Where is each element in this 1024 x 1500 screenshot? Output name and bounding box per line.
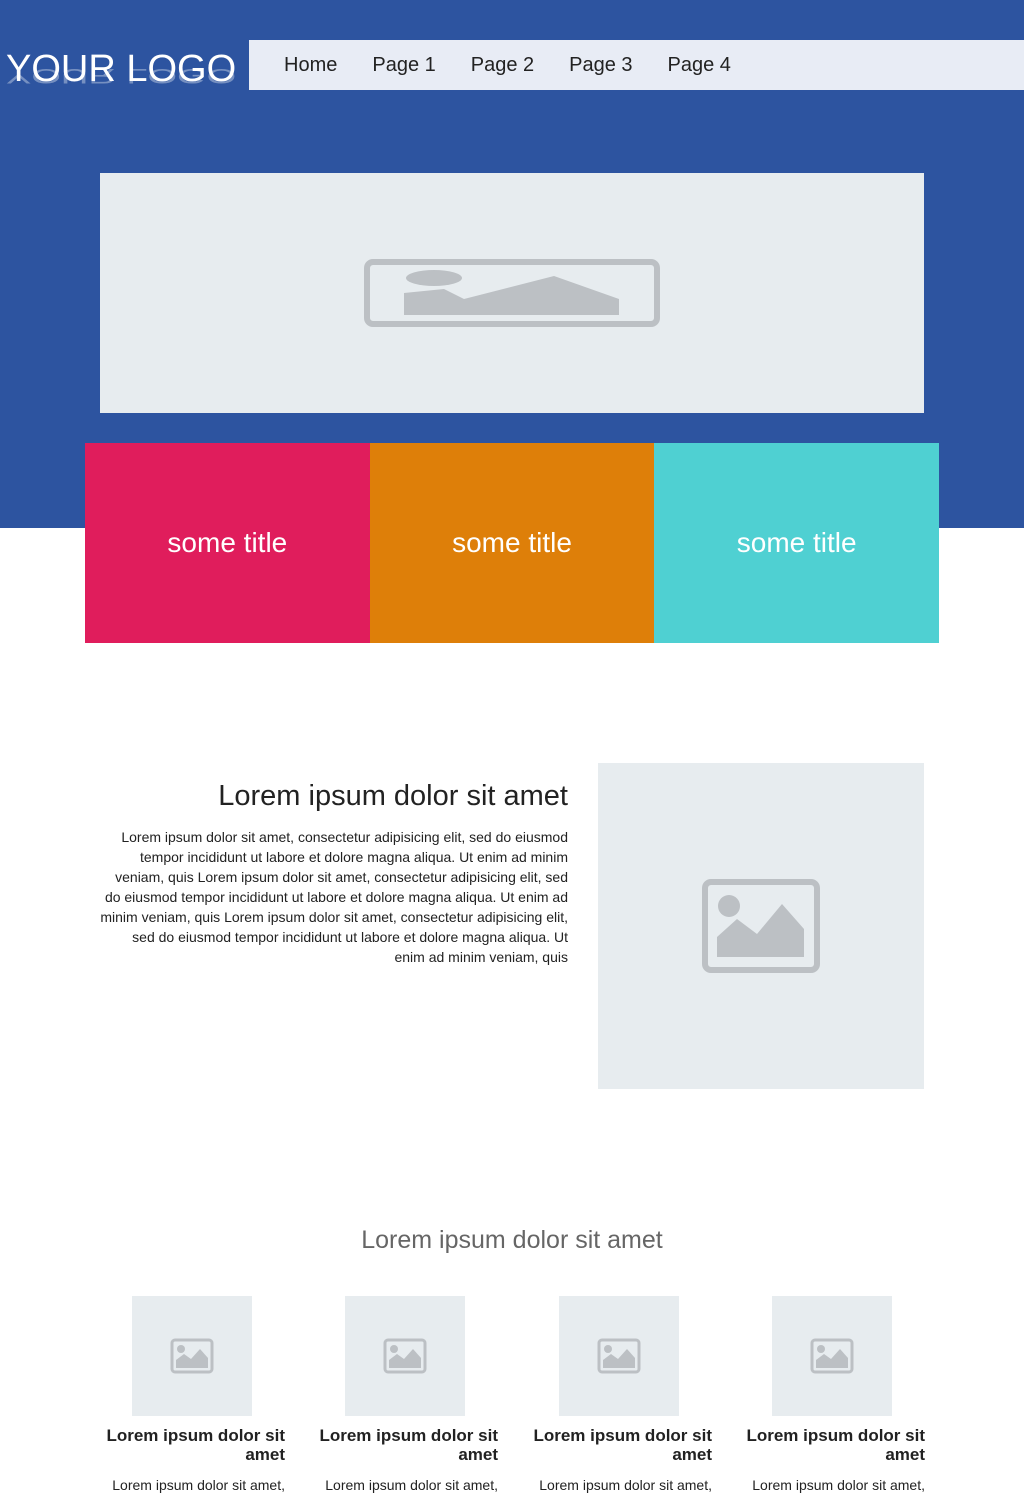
- main-nav: Home Page 1 Page 2 Page 3 Page 4: [249, 40, 1024, 90]
- feature-title: Lorem ipsum dolor sit amet: [218, 780, 568, 812]
- logo[interactable]: YOUR LOGO YOUR LOGO: [6, 50, 236, 100]
- feature-text-block: Lorem ipsum dolor sit amet Lorem ipsum d…: [98, 780, 568, 967]
- feature-image: [598, 763, 924, 1089]
- image-icon: [702, 879, 820, 973]
- tile-3[interactable]: some title: [654, 443, 940, 643]
- card-title: Lorem ipsum dolor sit amet: [533, 1426, 712, 1464]
- tile-title: some title: [167, 527, 288, 558]
- card-title: Lorem ipsum dolor sit amet: [106, 1426, 285, 1464]
- card-title: Lorem ipsum dolor sit amet: [319, 1426, 498, 1464]
- logo-reflection: YOUR LOGO: [6, 64, 237, 88]
- image-icon: [170, 1338, 214, 1374]
- card-thumbnail: [772, 1296, 892, 1416]
- tile-2[interactable]: some title: [369, 443, 655, 643]
- card-title: Lorem ipsum dolor sit amet: [746, 1426, 925, 1464]
- feature-body: Lorem ipsum dolor sit amet, consectetur …: [100, 829, 568, 965]
- image-placeholder-icon: [364, 259, 660, 327]
- tile-title: some title: [452, 527, 572, 558]
- banner-image: [100, 173, 924, 413]
- image-icon: [810, 1338, 854, 1374]
- nav-item-home[interactable]: Home: [284, 54, 337, 77]
- nav-item-page-3[interactable]: Page 3: [569, 54, 632, 77]
- section-title: Lorem ipsum dolor sit amet: [361, 1226, 663, 1254]
- nav-item-page-2[interactable]: Page 2: [471, 54, 534, 77]
- card-thumbnail: [132, 1296, 252, 1416]
- tile-title: some title: [736, 527, 857, 558]
- nav-item-page-4[interactable]: Page 4: [668, 54, 731, 77]
- card-thumbnail: [559, 1296, 679, 1416]
- card-text: Lorem ipsum dolor sit amet,: [112, 1477, 285, 1493]
- nav-item-page-1[interactable]: Page 1: [372, 54, 435, 77]
- card-text: Lorem ipsum dolor sit amet,: [752, 1477, 925, 1493]
- image-icon: [597, 1338, 641, 1374]
- card-thumbnail: [345, 1296, 465, 1416]
- card-text: Lorem ipsum dolor sit amet,: [539, 1477, 712, 1493]
- image-icon: [383, 1338, 427, 1374]
- card-text: Lorem ipsum dolor sit amet,: [325, 1477, 498, 1493]
- tile-1[interactable]: some title: [85, 443, 370, 643]
- feature-tiles: some title some title some title: [85, 443, 940, 643]
